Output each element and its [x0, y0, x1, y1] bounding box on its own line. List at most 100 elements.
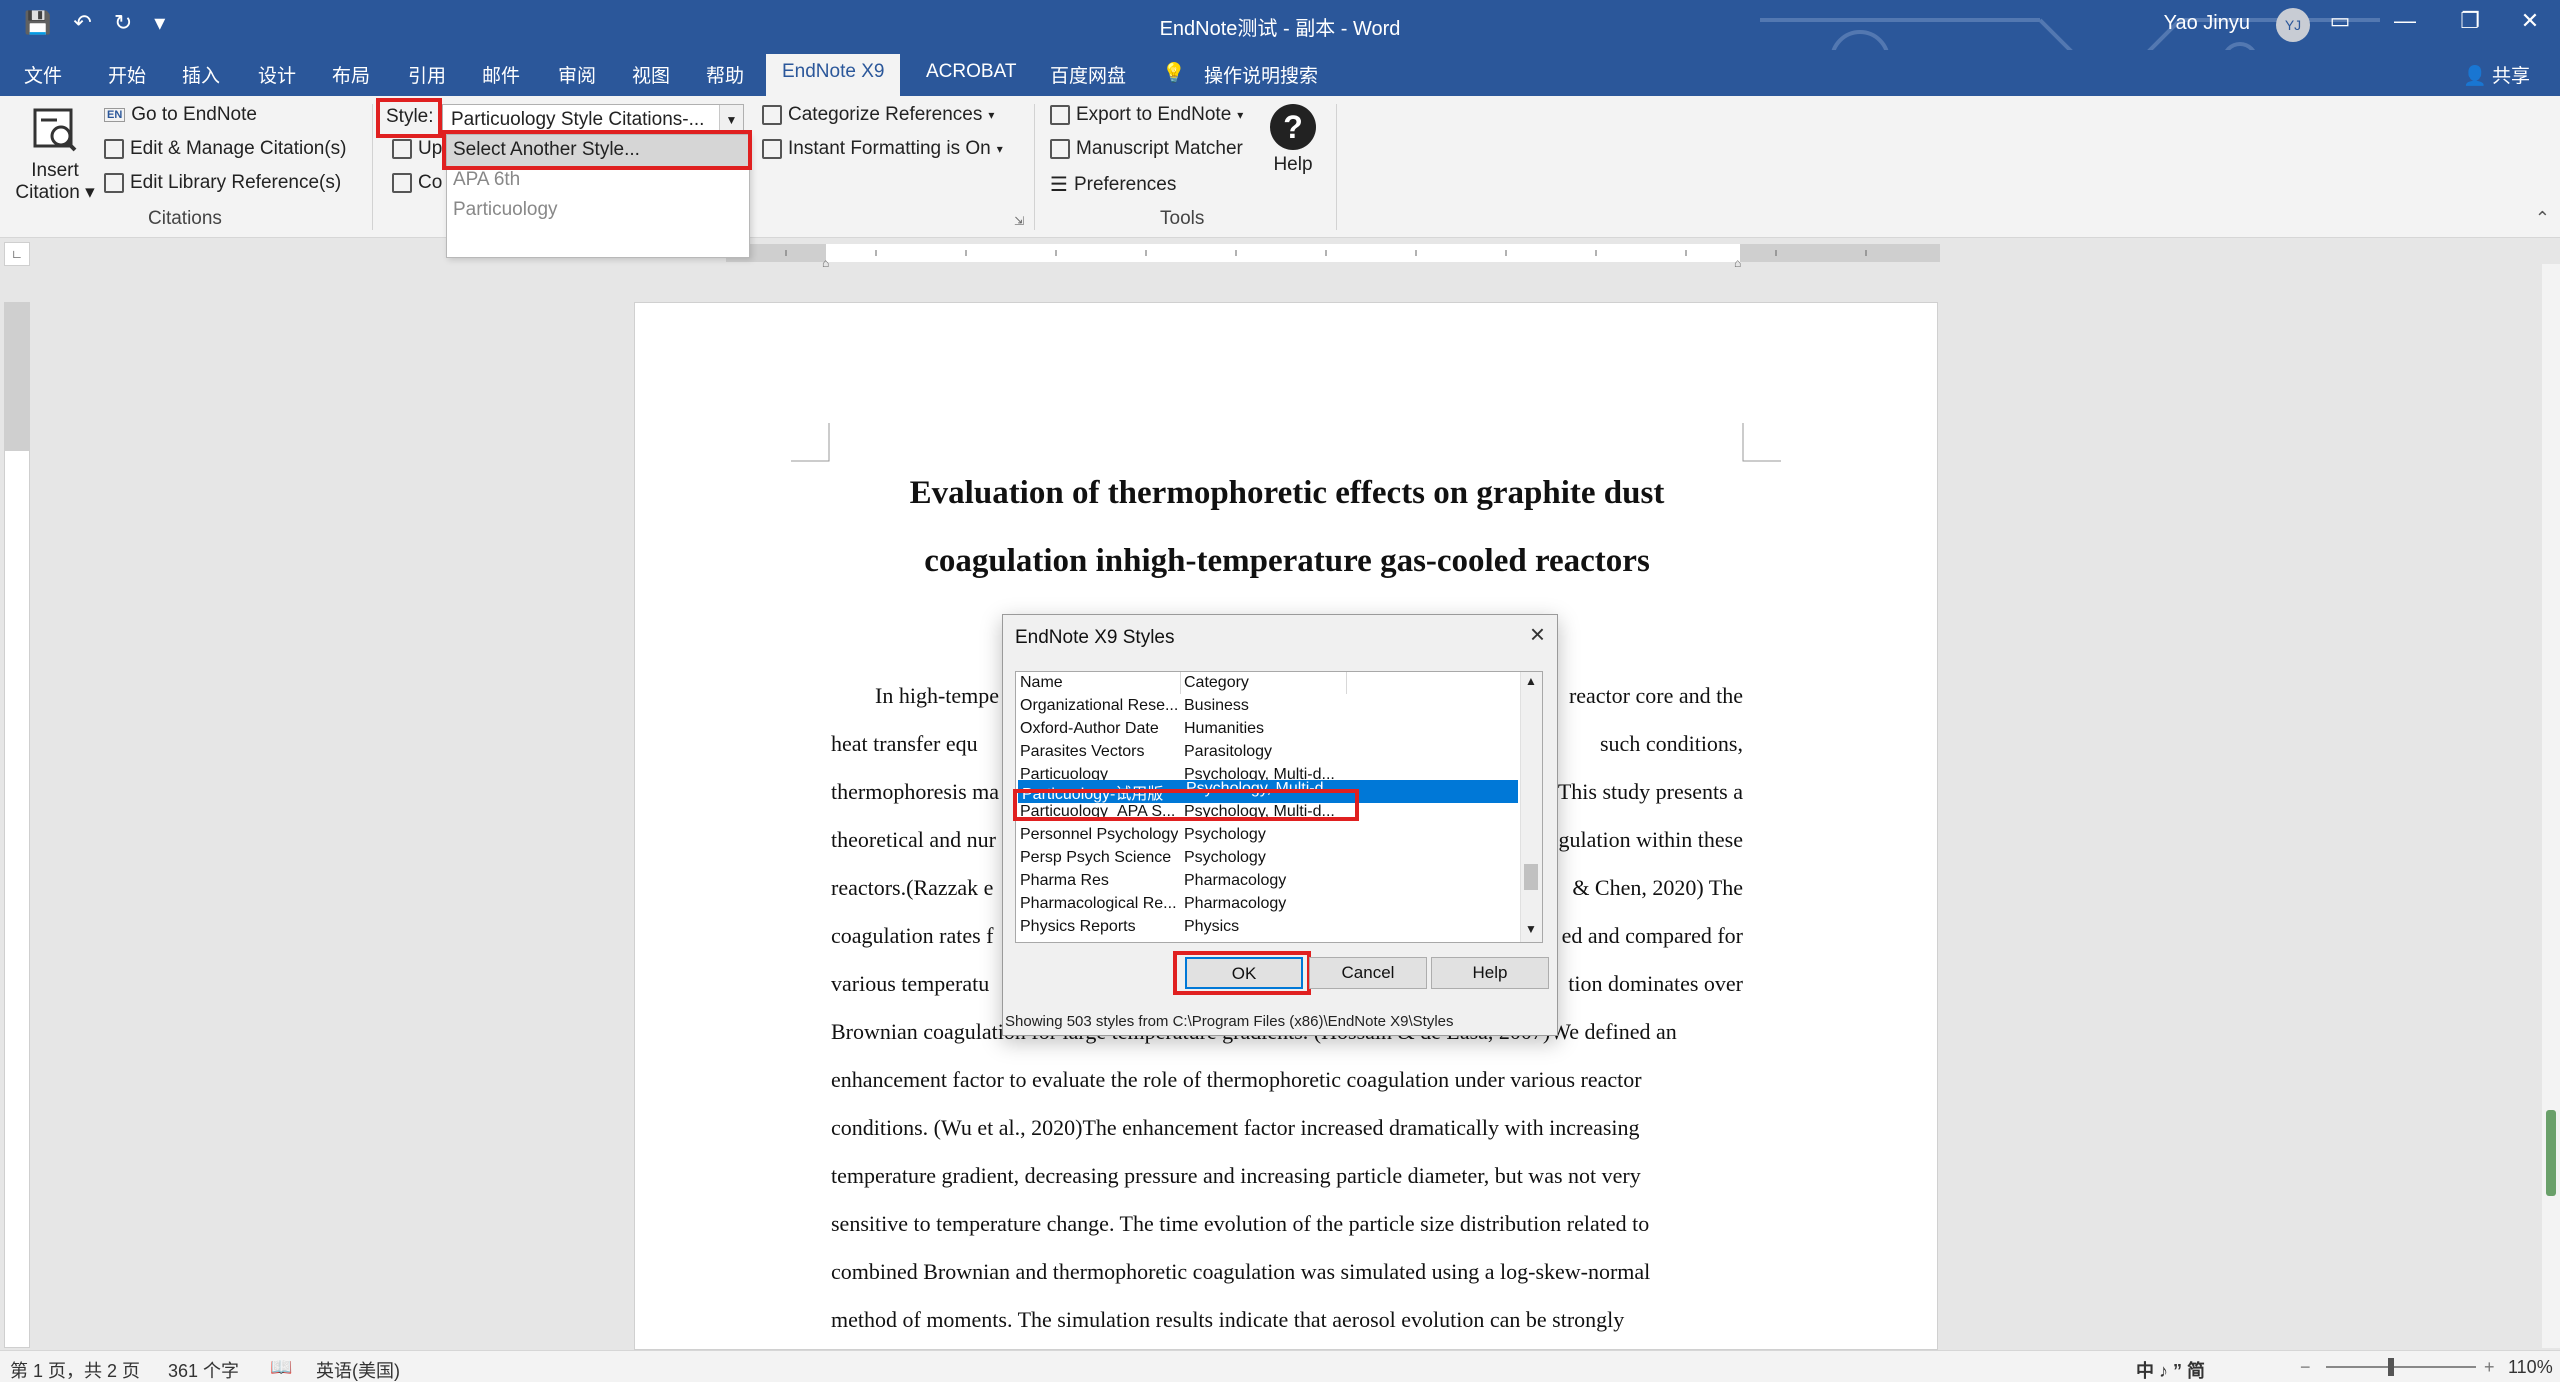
highlight-select-another-style	[442, 130, 752, 170]
tab-review[interactable]: 审阅	[558, 61, 596, 88]
list-scrollbar[interactable]: ▲ ▼	[1520, 672, 1542, 942]
update-citations-button[interactable]: Up	[392, 138, 442, 160]
right-indent-marker-icon[interactable]: ⌂	[1734, 256, 1741, 270]
style-option-apa[interactable]: APA 6th	[453, 169, 520, 191]
list-item[interactable]: Pharmacological Re... Pharmacology	[1016, 895, 1516, 918]
vertical-ruler[interactable]	[4, 302, 30, 1348]
language-indicator[interactable]: 英语(美国)	[316, 1357, 400, 1382]
tab-acrobat[interactable]: ACROBAT	[926, 61, 1016, 83]
collapse-ribbon-icon[interactable]: ⌃	[2535, 208, 2550, 229]
insert-citation-button[interactable]: Insert Citation ▾	[10, 102, 100, 212]
tab-home[interactable]: 开始	[108, 61, 146, 88]
manuscript-matcher-button[interactable]: Manuscript Matcher	[1050, 138, 1243, 160]
tab-design[interactable]: 设计	[258, 61, 296, 88]
scroll-down-icon[interactable]: ▼	[1525, 922, 1537, 936]
indent-marker-icon[interactable]: ⌂	[822, 256, 829, 270]
column-header-category[interactable]: Category	[1184, 674, 1348, 692]
close-icon[interactable]: ✕	[2510, 8, 2550, 34]
status-bar: 第 1 页，共 2 页 361 个字 📖 英语(美国) 中 ♪ ” 简 − + …	[0, 1350, 2560, 1382]
document-title-line-2: coagulation inhigh-temperature gas-coole…	[924, 543, 1650, 579]
list-item[interactable]: Personnel Psychology Psychology	[1016, 826, 1516, 849]
restore-icon[interactable]: ❐	[2450, 8, 2490, 34]
body-line: method of moments. The simulation result…	[831, 1307, 1625, 1332]
tab-baidu-netdisk[interactable]: 百度网盘	[1050, 61, 1126, 88]
cancel-button[interactable]: Cancel	[1309, 957, 1427, 989]
instant-formatting-label: Instant Formatting is On	[788, 138, 991, 159]
share-button[interactable]: 👤 共享	[2463, 61, 2530, 88]
minimize-icon[interactable]: —	[2385, 8, 2425, 34]
go-to-endnote-button[interactable]: EN Go to EndNote	[104, 104, 257, 126]
dialog-launcher-icon[interactable]: ⇲	[1014, 214, 1024, 228]
avatar[interactable]: YJ	[2276, 8, 2310, 42]
instant-formatting-icon	[762, 139, 782, 159]
style-combobox-value: Particuology Style Citations-...	[451, 109, 705, 130]
edit-manage-citations-button[interactable]: Edit & Manage Citation(s)	[104, 138, 347, 160]
ribbon-display-options-icon[interactable]: ▭	[2320, 8, 2360, 34]
sliders-icon: ☰	[1050, 174, 1068, 196]
tell-me-search[interactable]: 操作说明搜索	[1204, 61, 1318, 88]
ruler-ticks	[785, 250, 1867, 256]
update-label: Up	[418, 138, 443, 159]
tab-endnote[interactable]: EndNote X9	[766, 54, 901, 96]
edit-library-icon	[104, 173, 124, 193]
highlight-selected-style	[1013, 789, 1359, 821]
tab-help[interactable]: 帮助	[706, 61, 744, 88]
help-icon: ?	[1270, 104, 1316, 150]
highlight-style-label	[376, 98, 442, 138]
user-name[interactable]: Yao Jinyu	[2164, 12, 2250, 35]
tab-references[interactable]: 引用	[408, 61, 446, 88]
zoom-level[interactable]: 110%	[2508, 1357, 2553, 1378]
manuscript-matcher-label: Manuscript Matcher	[1076, 138, 1243, 159]
list-item[interactable]: Parasites Vectors Parasitology	[1016, 743, 1516, 766]
tab-insert[interactable]: 插入	[182, 61, 220, 88]
categorize-references-button[interactable]: Categorize References ▾	[762, 104, 994, 126]
convert-citations-button[interactable]: Co	[392, 172, 442, 194]
scroll-up-icon[interactable]: ▲	[1525, 674, 1537, 688]
list-item[interactable]: Physics Reports Physics	[1016, 918, 1516, 940]
list-item[interactable]: Pharma Res Pharmacology	[1016, 872, 1516, 895]
scrollbar-thumb[interactable]	[2546, 1110, 2556, 1196]
zoom-slider-thumb[interactable]	[2388, 1358, 2394, 1376]
tab-view[interactable]: 视图	[632, 61, 670, 88]
style-option-particuology[interactable]: Particuology	[453, 199, 558, 221]
instant-formatting-button[interactable]: Instant Formatting is On ▾	[762, 138, 1003, 160]
edit-library-references-button[interactable]: Edit Library Reference(s)	[104, 172, 341, 194]
body-line: enhancement factor to evaluate the role …	[831, 1067, 1642, 1092]
close-icon[interactable]: ×	[1530, 619, 1545, 650]
list-item[interactable]: Organizational Rese... Business	[1016, 697, 1516, 720]
ruler-toggle-icon[interactable]: ∟	[4, 242, 30, 266]
group-separator	[1034, 104, 1035, 230]
preferences-button[interactable]: ☰ Preferences	[1050, 172, 1176, 197]
zoom-out-icon[interactable]: −	[2300, 1357, 2311, 1378]
zoom-in-icon[interactable]: +	[2484, 1357, 2495, 1378]
help-button[interactable]: ? Help	[1264, 104, 1322, 176]
lightbulb-icon: 💡	[1162, 63, 1186, 84]
list-item[interactable]: Oxford-Author Date Humanities	[1016, 720, 1516, 743]
zoom-slider[interactable]	[2326, 1358, 2476, 1376]
tools-group-label: Tools	[1160, 208, 1205, 229]
list-scroll-thumb[interactable]	[1524, 864, 1538, 890]
document-title-line-1: Evaluation of thermophoretic effects on …	[909, 475, 1665, 511]
group-separator	[372, 104, 373, 230]
insert-citation-label-2: Citation ▾	[15, 182, 95, 203]
tab-layout[interactable]: 布局	[332, 61, 370, 88]
vertical-scrollbar[interactable]	[2542, 264, 2560, 1348]
tab-mailings[interactable]: 邮件	[482, 61, 520, 88]
export-to-endnote-button[interactable]: Export to EndNote ▾	[1050, 104, 1243, 126]
word-count[interactable]: 361 个字	[168, 1357, 239, 1382]
list-item[interactable]: Persp Psych Science Psychology	[1016, 849, 1516, 872]
list-item[interactable]: Particuology Psychology, Multi-d...	[1016, 766, 1516, 780]
share-label: 共享	[2491, 66, 2530, 87]
proofing-icon[interactable]: 📖	[270, 1357, 292, 1378]
page-count[interactable]: 第 1 页，共 2 页	[10, 1357, 140, 1382]
column-header-name[interactable]: Name	[1020, 674, 1178, 692]
help-button[interactable]: Help	[1431, 957, 1549, 989]
edit-manage-label: Edit & Manage Citation(s)	[130, 138, 347, 159]
tab-file[interactable]: 文件	[24, 61, 62, 88]
person-icon: 👤	[2463, 66, 2492, 87]
export-icon	[1050, 105, 1070, 125]
column-divider	[1346, 672, 1347, 694]
ime-indicator[interactable]: 中 ♪ ” 简	[2136, 1357, 2205, 1382]
list-header: Name Category	[1016, 674, 1516, 697]
categorize-label: Categorize References	[788, 104, 983, 125]
